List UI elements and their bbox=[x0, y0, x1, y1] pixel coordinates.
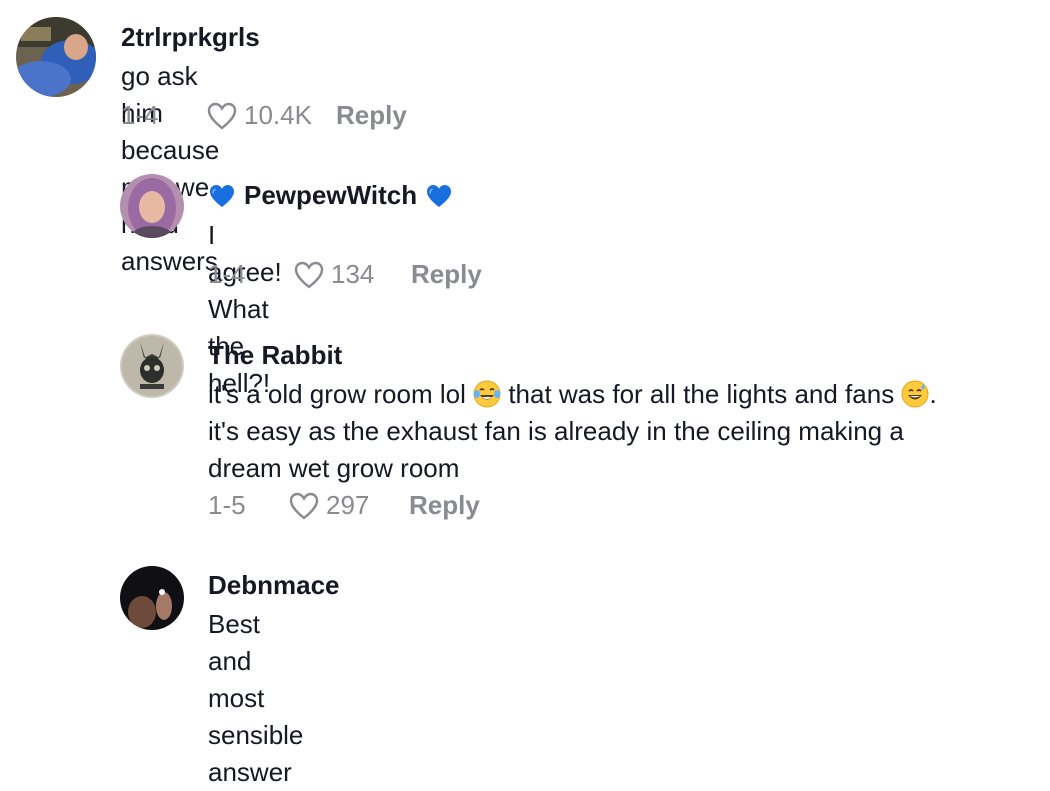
comment-meta: 1-5 297 Reply bbox=[208, 490, 480, 521]
username[interactable]: PewpewWitch bbox=[208, 180, 453, 211]
username-text[interactable]: The Rabbit bbox=[208, 340, 342, 371]
reply-button[interactable]: Reply bbox=[411, 259, 482, 290]
username[interactable]: 2trlrprkgrls bbox=[121, 22, 260, 53]
username-text[interactable]: PewpewWitch bbox=[244, 180, 417, 211]
username[interactable]: Debnmace bbox=[208, 570, 340, 601]
avatar[interactable] bbox=[120, 174, 184, 238]
like-count: 134 bbox=[331, 259, 375, 289]
comment-text-line: dream wet grow room bbox=[208, 453, 460, 483]
avatar[interactable] bbox=[120, 334, 184, 398]
comment-text: go ask him because now we need answers bbox=[121, 61, 220, 276]
comment-text-segment: it's a old grow room lol bbox=[208, 379, 466, 409]
comment-text: Best and most sensible answer bbox=[208, 609, 304, 787]
username[interactable]: The Rabbit bbox=[208, 340, 342, 371]
like-button[interactable]: 297 bbox=[288, 490, 409, 521]
comment-date: 1-5 bbox=[208, 490, 246, 520]
blue-heart-icon bbox=[210, 184, 234, 207]
reply-button[interactable]: Reply bbox=[409, 490, 480, 521]
comment-meta: 1-4 10.4K Reply bbox=[121, 100, 407, 131]
like-count: 297 bbox=[326, 490, 370, 520]
like-count: 10.4K bbox=[244, 100, 312, 130]
comment-text-line: it's easy as the exhaust fan is already … bbox=[208, 416, 904, 446]
username-text[interactable]: 2trlrprkgrls bbox=[121, 22, 260, 53]
comment-text-segment: that was for all the lights and fans bbox=[508, 379, 895, 409]
avatar[interactable] bbox=[120, 566, 184, 630]
heart-outline-icon[interactable] bbox=[293, 260, 325, 290]
comment-text-line: it's a old grow room lol that was for al… bbox=[208, 376, 1038, 413]
avatar[interactable] bbox=[16, 17, 96, 97]
grinning-sweat-emoji bbox=[901, 380, 929, 408]
heart-outline-icon[interactable] bbox=[288, 491, 320, 521]
comment-meta: 1-4 134 Reply bbox=[208, 259, 482, 290]
comment-date: 1-4 bbox=[121, 100, 159, 130]
tears-of-joy-emoji bbox=[473, 380, 501, 408]
blue-heart-icon bbox=[427, 184, 452, 207]
comment-text: I agree! What the hell?! bbox=[208, 220, 282, 398]
like-button[interactable]: 134 bbox=[293, 259, 411, 290]
comment-text: it's a old grow room lol that was for al… bbox=[208, 376, 1038, 487]
username-text[interactable]: Debnmace bbox=[208, 570, 340, 601]
heart-outline-icon[interactable] bbox=[206, 101, 238, 131]
like-button[interactable]: 10.4K bbox=[206, 100, 336, 131]
reply-button[interactable]: Reply bbox=[336, 100, 407, 131]
comment-text-segment: . bbox=[929, 379, 937, 409]
comment-date: 1-4 bbox=[208, 259, 246, 289]
